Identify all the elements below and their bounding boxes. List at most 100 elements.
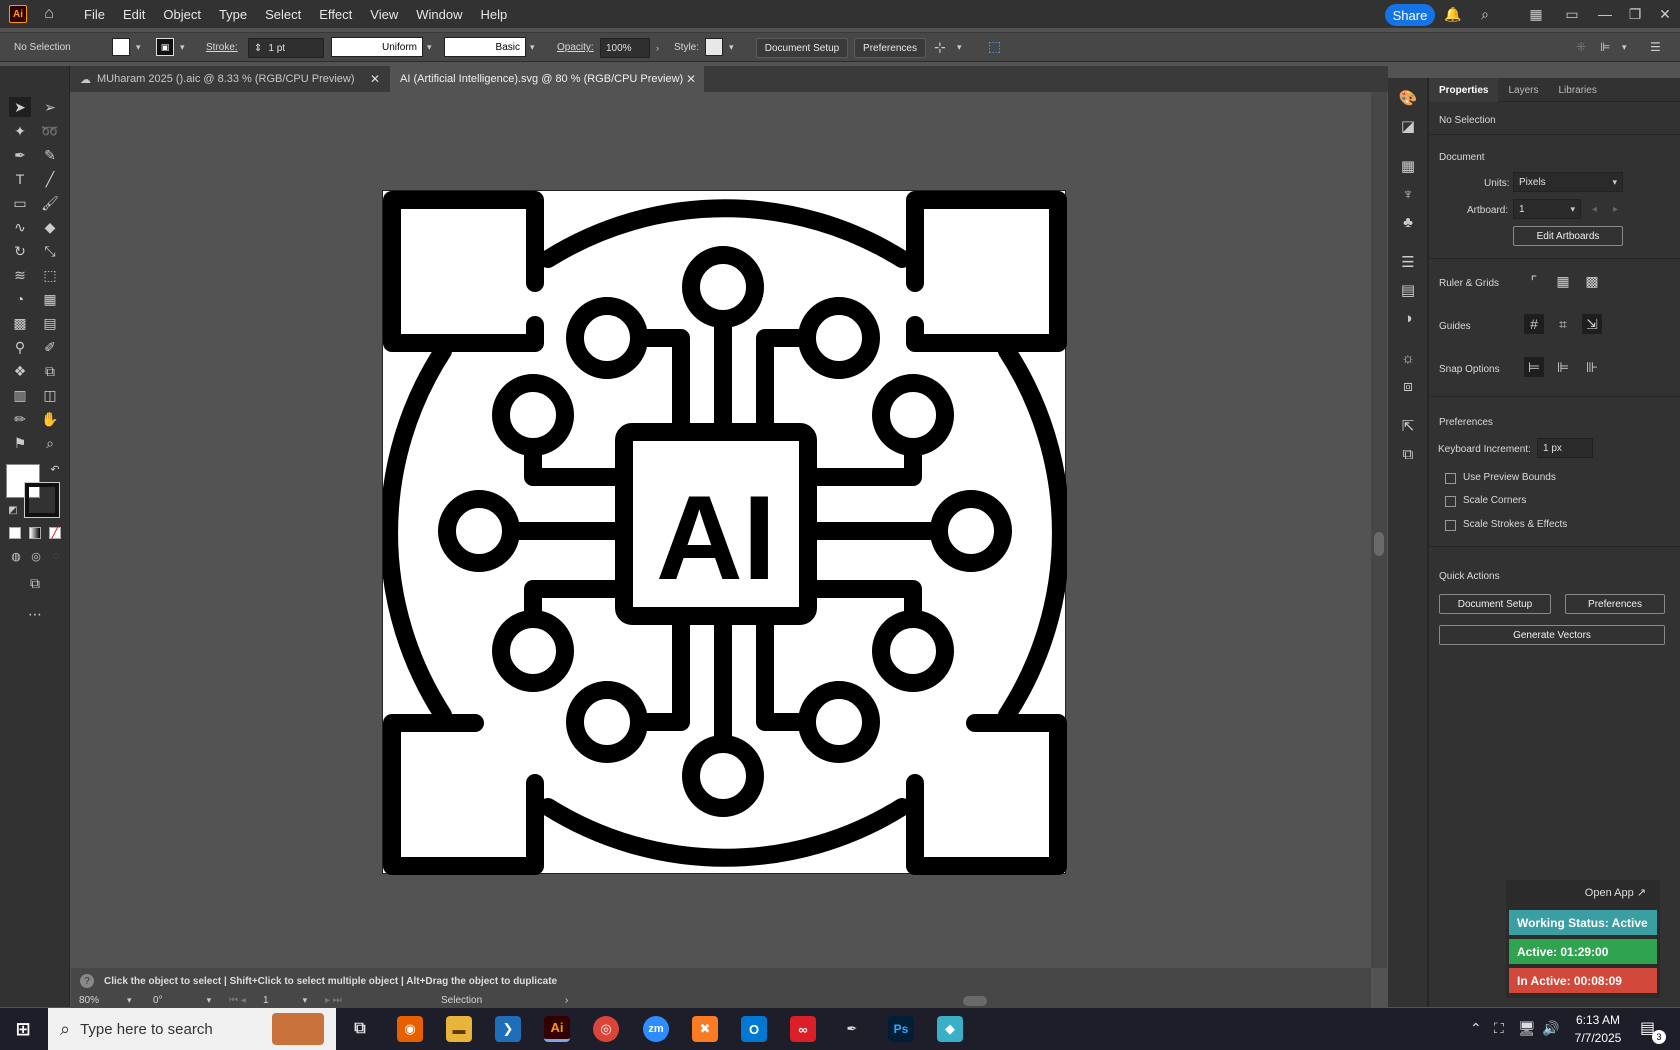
scale-tool-icon[interactable]: ⤡	[39, 241, 61, 261]
rotate-tool-icon[interactable]: ↻	[9, 241, 31, 261]
next-artboard-icon[interactable]: ▸	[1613, 204, 1618, 215]
zoom-tool-icon[interactable]: ⌕	[39, 433, 61, 453]
chevron-down-icon[interactable]: ▾	[427, 42, 432, 53]
color-panel-icon[interactable]: 🎨	[1398, 88, 1418, 108]
default-colors-icon[interactable]: ◩	[2, 500, 24, 520]
more-tools-icon[interactable]: ⋯	[24, 604, 46, 624]
brushes-icon[interactable]: ♆	[1398, 184, 1418, 204]
qa-preferences-button[interactable]: Preferences	[1565, 594, 1665, 614]
keyboard-increment-field[interactable]: 1 px	[1537, 438, 1593, 458]
prev-artboard-icon[interactable]: ◂	[1592, 204, 1597, 215]
artboards-panel-icon[interactable]: ⧉	[1398, 444, 1418, 464]
illustrator-taskbar-icon[interactable]: Ai	[544, 1016, 570, 1042]
clock-time[interactable]: 6:13 AM	[1572, 1013, 1624, 1027]
pen-tool-icon[interactable]: ✒	[9, 145, 31, 165]
hand-tool-icon[interactable]: ✋	[39, 409, 61, 429]
chevron-down-icon[interactable]: ▾	[127, 995, 132, 1006]
chevron-down-icon[interactable]: ▾	[530, 42, 535, 53]
clock-date[interactable]: 7/7/2025	[1572, 1031, 1624, 1045]
ai-chip-artwork[interactable]: AI	[380, 191, 1070, 875]
bell-icon[interactable]: 🔔	[1444, 5, 1462, 23]
tab-muharam[interactable]: ☁ MUharam 2025 ().aic @ 8.33 % (RGB/CPU …	[70, 66, 388, 92]
shaper-tool-icon[interactable]: ∿	[9, 217, 31, 237]
paintbrush-icon[interactable]: 🖌	[39, 193, 61, 213]
mesh-tool-icon[interactable]: ▩	[9, 313, 31, 333]
tab-libraries[interactable]: Libraries	[1548, 78, 1606, 102]
qa-document-setup-button[interactable]: Document Setup	[1439, 594, 1551, 614]
menu-icon[interactable]: ☰	[1650, 40, 1661, 54]
warp-tool-icon[interactable]: ≋	[9, 265, 31, 285]
use-preview-bounds-checkbox[interactable]	[1445, 473, 1456, 484]
slice-tool-icon[interactable]: ◫	[39, 385, 61, 405]
xampp-icon[interactable]: ✖	[692, 1016, 718, 1042]
scroll-thumb[interactable]	[963, 996, 987, 1006]
color-guide-icon[interactable]: ◪	[1398, 116, 1418, 136]
chrome-icon[interactable]: ◎	[593, 1016, 619, 1042]
photoshop-icon[interactable]: Ps	[888, 1016, 914, 1042]
chevron-down-icon[interactable]: ▾	[303, 995, 308, 1006]
open-app-link[interactable]: Open App ↗	[1585, 886, 1646, 899]
graphic-styles-icon[interactable]: ⧈	[1398, 376, 1418, 396]
export-icon[interactable]: ⇱	[1398, 416, 1418, 436]
line-tool-icon[interactable]: ╱	[39, 169, 61, 189]
none-mode-icon[interactable]: ╱	[49, 527, 61, 539]
show-hidden-icons[interactable]: ⌃	[1470, 1020, 1482, 1037]
chevron-down-icon[interactable]: ▾	[136, 42, 141, 53]
shape-builder-icon[interactable]: ◔	[9, 289, 31, 309]
workspace-icon[interactable]: ▦	[1527, 5, 1545, 23]
eyedropper-icon[interactable]: ✐	[39, 337, 61, 357]
firefox-icon[interactable]: ◉	[397, 1016, 423, 1042]
symbols-icon[interactable]: ♣	[1398, 212, 1418, 232]
graph-tool-icon[interactable]: ▥	[9, 385, 31, 405]
meet-now-icon[interactable]: ⛶	[1494, 1020, 1504, 1037]
chevron-down-icon[interactable]: ▾	[207, 995, 212, 1006]
menu-object[interactable]: Object	[154, 7, 210, 22]
generate-vectors-button[interactable]: Generate Vectors	[1439, 625, 1665, 645]
menu-help[interactable]: Help	[471, 7, 516, 22]
menu-type[interactable]: Type	[210, 7, 256, 22]
close-icon[interactable]: ✕	[370, 72, 380, 86]
tab-layers[interactable]: Layers	[1498, 78, 1548, 102]
recolor-icon[interactable]: ⬚	[988, 38, 1001, 55]
minimize-icon[interactable]: —	[1596, 5, 1614, 23]
chevron-down-icon[interactable]: ▾	[1622, 42, 1627, 53]
gradient-panel-icon[interactable]: ▤	[1398, 280, 1418, 300]
artboard[interactable]: AI	[380, 190, 1070, 875]
rectangle-tool-icon[interactable]: ▭	[9, 193, 31, 213]
color-mode-icon[interactable]	[9, 527, 21, 539]
stroke-label[interactable]: Stroke:	[206, 42, 238, 53]
artboard-nav-first-icon[interactable]: ⏮ ◂	[229, 995, 246, 1006]
opacity-label[interactable]: Opacity:	[557, 42, 594, 53]
pencil-tool-icon[interactable]: ✏	[9, 409, 31, 429]
chevron-right-icon[interactable]: ›	[565, 995, 568, 1006]
fill-swatch[interactable]	[112, 38, 130, 56]
panel-icon[interactable]: ▭	[1563, 5, 1581, 23]
volume-icon[interactable]: 🔊	[1542, 1020, 1559, 1037]
tab-properties[interactable]: Properties	[1429, 78, 1499, 102]
stroke-panel-icon[interactable]: ☰	[1398, 252, 1418, 272]
app-diamond-icon[interactable]: ◆	[937, 1016, 963, 1042]
grid-icon[interactable]: ▦	[1553, 271, 1573, 291]
graphic-style-swatch[interactable]	[705, 38, 723, 56]
stepper-icon[interactable]: ⇕	[254, 43, 262, 54]
eraser-icon[interactable]: ◆	[39, 217, 61, 237]
brush-definition[interactable]: Basic	[444, 37, 526, 57]
blend-tool-icon[interactable]: ⚲	[9, 337, 31, 357]
rulers-icon[interactable]: ⌜	[1524, 271, 1544, 291]
close-icon[interactable]: ✕	[1656, 5, 1674, 23]
units-select[interactable]: Pixels ▾	[1513, 172, 1623, 192]
transparency-icon[interactable]: ◑	[1398, 308, 1418, 328]
menu-select[interactable]: Select	[256, 7, 310, 22]
transparency-grid-icon[interactable]: ▩	[1582, 271, 1602, 291]
swatches-icon[interactable]: ▦	[1398, 156, 1418, 176]
draw-normal-icon[interactable]: ◍	[5, 546, 27, 566]
artboard-number[interactable]: 1	[263, 995, 269, 1006]
free-transform-icon[interactable]: ⬚	[39, 265, 61, 285]
rotation-value[interactable]: 0°	[153, 995, 163, 1006]
magic-wand-icon[interactable]: ✦	[9, 121, 31, 141]
stroke-swatch[interactable]: ▣	[156, 38, 174, 56]
close-icon[interactable]: ✕	[686, 72, 696, 86]
show-guides-icon[interactable]: #	[1524, 314, 1544, 334]
document-setup-button[interactable]: Document Setup	[756, 38, 848, 58]
swap-colors-icon[interactable]: ↶	[44, 459, 66, 479]
